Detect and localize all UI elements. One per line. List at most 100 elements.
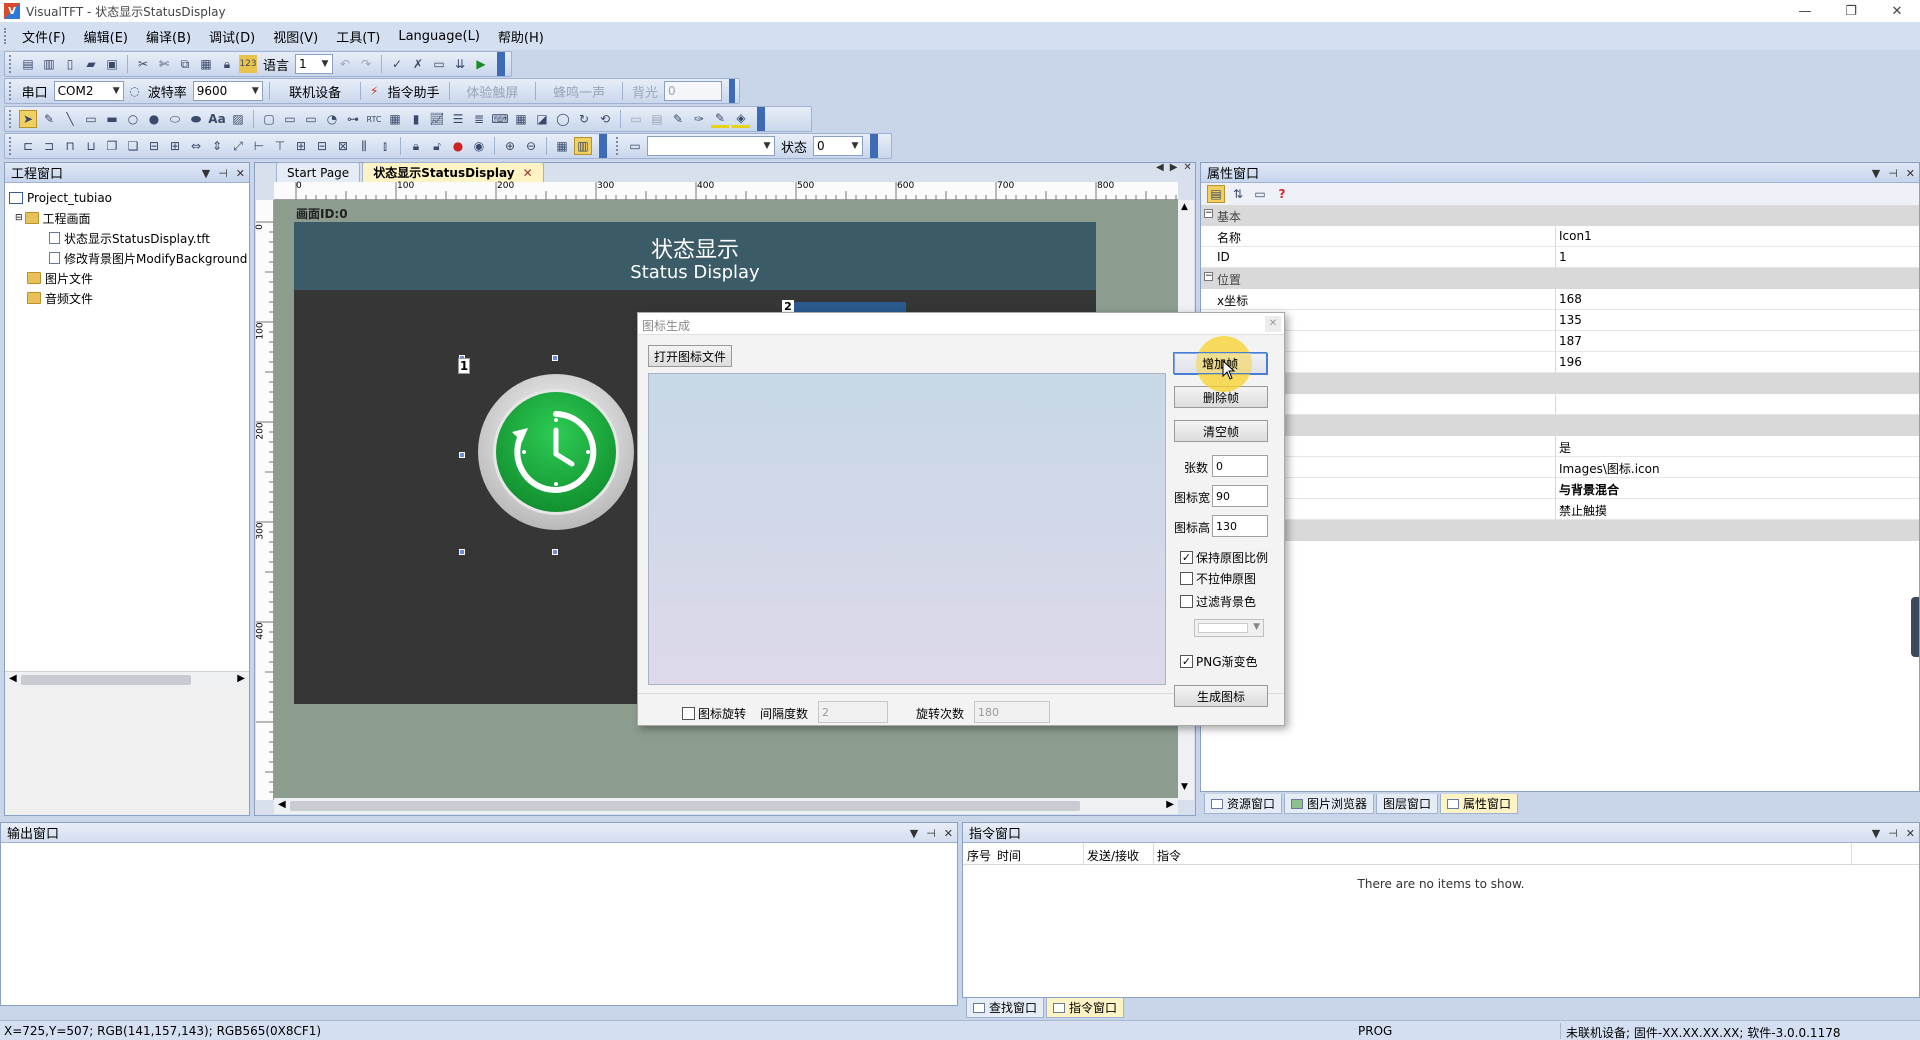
table-icon[interactable]: ▦ xyxy=(512,110,530,128)
dropdown-icon[interactable]: ▼ xyxy=(910,827,918,840)
property-category[interactable]: −明说明 xyxy=(1201,373,1919,394)
property-row[interactable]: 187 xyxy=(1201,331,1919,352)
close-icon[interactable]: ✕ xyxy=(1906,827,1915,840)
buzzer-button[interactable]: 蜂鸣一声 xyxy=(550,82,608,101)
lock-icon[interactable]: 🔒︎ xyxy=(218,55,236,73)
clock-status-icon[interactable] xyxy=(476,372,636,532)
center-v-icon[interactable]: ⊞ xyxy=(166,137,184,155)
grid-layout-icon[interactable]: ⊞ xyxy=(292,137,310,155)
frame-preview-area[interactable] xyxy=(648,373,1166,685)
send-back-icon[interactable]: ❏ xyxy=(124,137,142,155)
port-select[interactable]: COM2 ▼ xyxy=(53,81,125,101)
property-category[interactable]: − 位置 xyxy=(1201,268,1919,289)
project-hscrollbar[interactable]: ◀ ▶ xyxy=(5,671,249,687)
rotate-checkbox[interactable]: 图标旋转 xyxy=(682,705,746,722)
state-select[interactable]: 0 ▼ xyxy=(813,136,864,156)
pointer-icon[interactable]: ➤ xyxy=(19,110,37,128)
bring-front-icon[interactable]: ❐ xyxy=(103,137,121,155)
pen-color-icon[interactable]: ✎ xyxy=(711,110,729,128)
filled-circle-icon[interactable]: ● xyxy=(145,110,163,128)
property-row[interactable]: 与背景混合 xyxy=(1201,478,1919,499)
copy-project-icon[interactable]: ▥ xyxy=(40,55,58,73)
pin-icon[interactable]: ⊣ xyxy=(1888,827,1898,840)
icon-control-icon[interactable]: ⟲ xyxy=(596,110,614,128)
menu-tools[interactable]: 工具(T) xyxy=(327,25,389,48)
width-input[interactable]: 90 xyxy=(1212,485,1268,507)
restore-icon[interactable]: ❐ xyxy=(1828,0,1874,22)
filled-ellipse-icon[interactable]: ⬬ xyxy=(187,110,205,128)
property-row[interactable]: 135 xyxy=(1201,310,1919,331)
touch-screen-button[interactable]: 体验触屏 xyxy=(463,82,521,101)
tree-item-project[interactable]: Project_tubiao xyxy=(9,189,112,207)
tab-image-browser[interactable]: 图片浏览器 xyxy=(1284,794,1375,814)
rtc-icon[interactable]: RTC xyxy=(365,110,383,128)
command-list[interactable]: There are no items to show. xyxy=(963,865,1919,997)
check-icon[interactable]: ✓ xyxy=(388,55,406,73)
height-input[interactable]: 130 xyxy=(1212,515,1268,537)
menu-debug[interactable]: 调试(D) xyxy=(200,25,264,48)
new-project-icon[interactable]: ▤ xyxy=(19,55,37,73)
close-icon[interactable]: ✕ xyxy=(944,827,953,840)
filled-rectangle-icon[interactable]: ▬ xyxy=(103,110,121,128)
menu-view[interactable]: 视图(V) xyxy=(264,25,327,48)
command-assistant-button[interactable]: 指令助手 xyxy=(384,82,442,101)
selection-handle[interactable] xyxy=(552,549,558,555)
property-row[interactable]: 196 xyxy=(1201,352,1919,373)
scissors-icon[interactable]: ✄ xyxy=(155,55,173,73)
close-editor-icon[interactable]: ✕ xyxy=(1183,162,1191,180)
scroll-right-icon[interactable]: ▶ xyxy=(1166,799,1174,810)
center-h-icon[interactable]: ⊟ xyxy=(145,137,163,155)
scroll-thumb[interactable] xyxy=(290,801,1080,811)
circle-icon[interactable]: ○ xyxy=(124,110,142,128)
open-icon-file-button[interactable]: 打开图标文件 xyxy=(648,345,732,367)
text-box-icon[interactable]: ▭ xyxy=(281,110,299,128)
menu-file[interactable]: 文件(F) xyxy=(13,25,75,48)
property-row[interactable]: 禁止触摸 xyxy=(1201,499,1919,520)
text-icon[interactable]: Aa xyxy=(208,110,226,128)
help-icon[interactable]: ? xyxy=(1273,185,1291,203)
property-row[interactable]: 明说明 xyxy=(1201,394,1919,415)
collapse-icon[interactable]: ⊟ xyxy=(15,213,23,223)
cut-icon[interactable]: ✂ xyxy=(134,55,152,73)
scroll-thumb[interactable] xyxy=(21,675,191,685)
chart-icon[interactable]: ◪ xyxy=(533,110,551,128)
same-width-icon[interactable]: ⇔ xyxy=(187,137,205,155)
build-icon[interactable]: ▭ xyxy=(430,55,448,73)
generate-icon-button[interactable]: 生成图标 xyxy=(1174,685,1268,707)
categorized-icon[interactable]: ▤ xyxy=(1207,185,1225,203)
screen-select[interactable]: ▼ xyxy=(647,136,775,156)
keep-ratio-checkbox[interactable]: ✓ 保持原图比例 xyxy=(1180,549,1268,566)
button-control-icon[interactable]: ▢ xyxy=(260,110,278,128)
collapse-icon[interactable]: − xyxy=(1204,272,1213,281)
ruler-icon[interactable]: ▥ xyxy=(574,137,592,155)
property-row[interactable]: Images\图标.icon xyxy=(1201,457,1919,478)
align-bottom-icon[interactable]: ⊔ xyxy=(82,137,100,155)
dropdown-icon[interactable]: ▼ xyxy=(1872,167,1880,180)
new-file-icon[interactable]: ▯ xyxy=(61,55,79,73)
property-pages-icon[interactable]: ▭ xyxy=(1251,185,1269,203)
animation-icon[interactable]: ↻ xyxy=(575,110,593,128)
close-icon[interactable]: ✕ xyxy=(1906,167,1915,180)
tree-item-screens[interactable]: ⊟ 工程画面 xyxy=(15,209,91,227)
undo-icon[interactable]: ↶ xyxy=(336,55,354,73)
png-gradient-checkbox[interactable]: ✓ PNG渐变色 xyxy=(1180,653,1258,670)
dial-icon[interactable]: ◯ xyxy=(554,110,572,128)
menu-language[interactable]: Language(L) xyxy=(389,27,489,46)
pin-icon[interactable]: ⊣ xyxy=(926,827,936,840)
backlight-input[interactable]: 0 xyxy=(663,81,722,101)
property-row[interactable]: ID 1 xyxy=(1201,247,1919,268)
run-icon[interactable]: ▶ xyxy=(472,55,490,73)
numbering-icon[interactable]: 123 xyxy=(239,55,257,73)
tab-statusdisplay[interactable]: 状态显示StatusDisplay ✕ xyxy=(362,162,544,182)
grid-icon[interactable]: ▦ xyxy=(553,137,571,155)
online-device-button[interactable]: 联机设备 xyxy=(286,82,344,101)
bg-color-picker[interactable]: ▼ xyxy=(1194,619,1264,637)
output-content[interactable] xyxy=(1,843,957,1005)
save-icon[interactable]: ▣ xyxy=(103,55,121,73)
pin-icon[interactable]: ⊣ xyxy=(1888,167,1898,180)
paste-icon[interactable]: ▦ xyxy=(197,55,215,73)
tree-item-audio[interactable]: 音频文件 xyxy=(27,289,93,307)
disabled-tool-icon[interactable]: ▭ xyxy=(627,110,645,128)
same-size-icon[interactable]: ⤢ xyxy=(229,137,247,155)
align-left-icon[interactable]: ⊏ xyxy=(19,137,37,155)
